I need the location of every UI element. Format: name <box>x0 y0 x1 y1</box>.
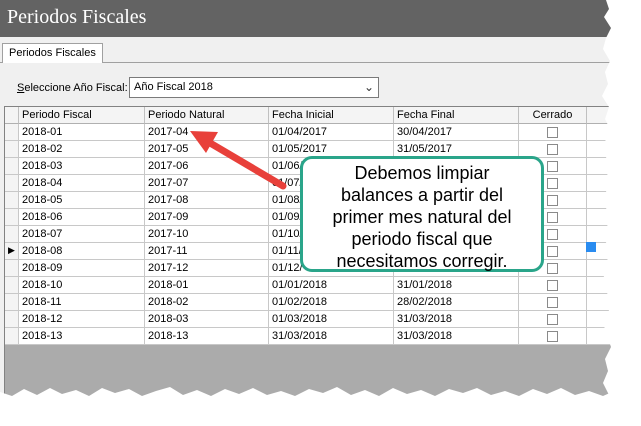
arrow-shaft <box>201 136 287 190</box>
callout-line: Debemos limpiar <box>354 163 490 183</box>
callout-line: necesitamos corregir. <box>336 251 508 271</box>
callout-line: primer mes natural del <box>332 207 512 227</box>
callout-note: Debemos limpiar balances a partir del pr… <box>300 156 544 272</box>
callout-line: periodo fiscal que <box>351 229 493 249</box>
callout-line: balances a partir del <box>340 185 504 205</box>
